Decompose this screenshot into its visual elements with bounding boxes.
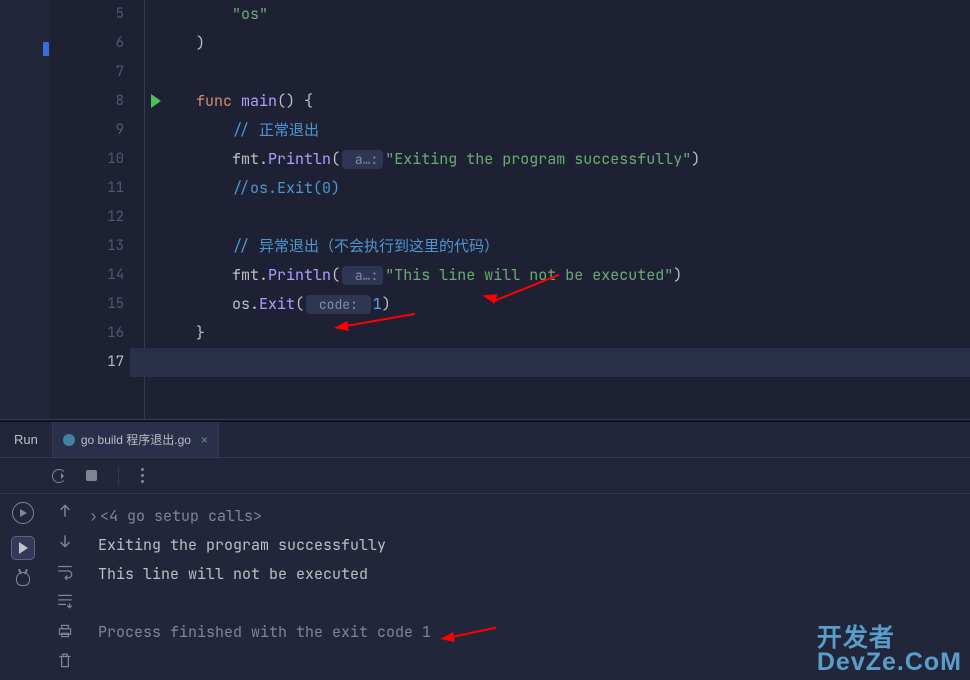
code-line[interactable]: [160, 58, 970, 87]
code-line[interactable]: ): [160, 29, 970, 58]
print-icon[interactable]: [56, 622, 74, 640]
console-line: Exiting the program successfully: [89, 531, 960, 560]
console-fold-line[interactable]: <4 go setup calls>: [100, 506, 262, 526]
line-number[interactable]: 12: [50, 203, 144, 232]
code-line[interactable]: }: [160, 319, 970, 348]
wrap-icon[interactable]: [56, 562, 74, 580]
watermark: 开发者 DevZe.CoM: [817, 626, 962, 674]
line-number[interactable]: 6: [50, 29, 144, 58]
line-number[interactable]: 7: [50, 58, 144, 87]
line-number[interactable]: 5: [50, 0, 144, 29]
code-line[interactable]: "os": [160, 0, 970, 29]
code-line[interactable]: fmt.Println( a…:"Exiting the program suc…: [160, 145, 970, 174]
panel-tab-bar: Run go build 程序退出.go ×: [0, 422, 970, 458]
code-line[interactable]: // 异常退出（不会执行到这里的代码）: [160, 232, 970, 261]
line-number[interactable]: 15: [50, 290, 144, 319]
line-number[interactable]: 16: [50, 319, 144, 348]
code-area[interactable]: "os" ) func main() { // 正常退出 fmt.Println…: [145, 0, 970, 419]
run-active-icon[interactable]: [11, 536, 35, 560]
panel-toolbar: [0, 458, 970, 494]
down-icon[interactable]: [56, 532, 74, 550]
debug-icon[interactable]: [16, 572, 30, 586]
run-config-tab[interactable]: go build 程序退出.go ×: [52, 422, 219, 457]
panel-title: Run: [0, 432, 52, 447]
console-line: This line will not be executed: [89, 560, 960, 589]
trash-icon[interactable]: [56, 652, 74, 670]
up-icon[interactable]: [56, 502, 74, 520]
rerun-button[interactable]: [50, 467, 68, 485]
line-number[interactable]: 11: [50, 174, 144, 203]
go-icon: [63, 434, 75, 446]
console-line: [89, 589, 960, 618]
line-number[interactable]: 13: [50, 232, 144, 261]
editor-left-strip: [0, 0, 50, 419]
code-line[interactable]: // 正常退出: [160, 116, 970, 145]
code-line[interactable]: fmt.Println( a…:"This line will not be e…: [160, 261, 970, 290]
run-icon[interactable]: [12, 502, 34, 524]
panel-side-inner: [45, 494, 85, 680]
more-icon[interactable]: [133, 467, 151, 485]
code-editor[interactable]: 567891011121314151617 "os" ) func main()…: [0, 0, 970, 419]
line-number[interactable]: 17: [50, 348, 144, 377]
code-line[interactable]: func main() {: [160, 87, 970, 116]
code-line[interactable]: [160, 348, 970, 377]
code-line[interactable]: os.Exit( code: 1): [160, 290, 970, 319]
stop-button[interactable]: [82, 467, 100, 485]
close-icon[interactable]: ×: [201, 433, 208, 447]
separator: [118, 467, 119, 485]
panel-side-outer: [0, 494, 45, 680]
line-number[interactable]: 8: [50, 87, 144, 116]
run-config-tab-label: go build 程序退出.go: [81, 431, 191, 448]
code-line[interactable]: [160, 203, 970, 232]
vcs-marker: [43, 42, 49, 56]
line-number[interactable]: 10: [50, 145, 144, 174]
code-line[interactable]: //os.Exit(0): [160, 174, 970, 203]
line-number-gutter[interactable]: 567891011121314151617: [50, 0, 145, 419]
line-number[interactable]: 9: [50, 116, 144, 145]
line-number[interactable]: 14: [50, 261, 144, 290]
scroll-icon[interactable]: [56, 592, 74, 610]
